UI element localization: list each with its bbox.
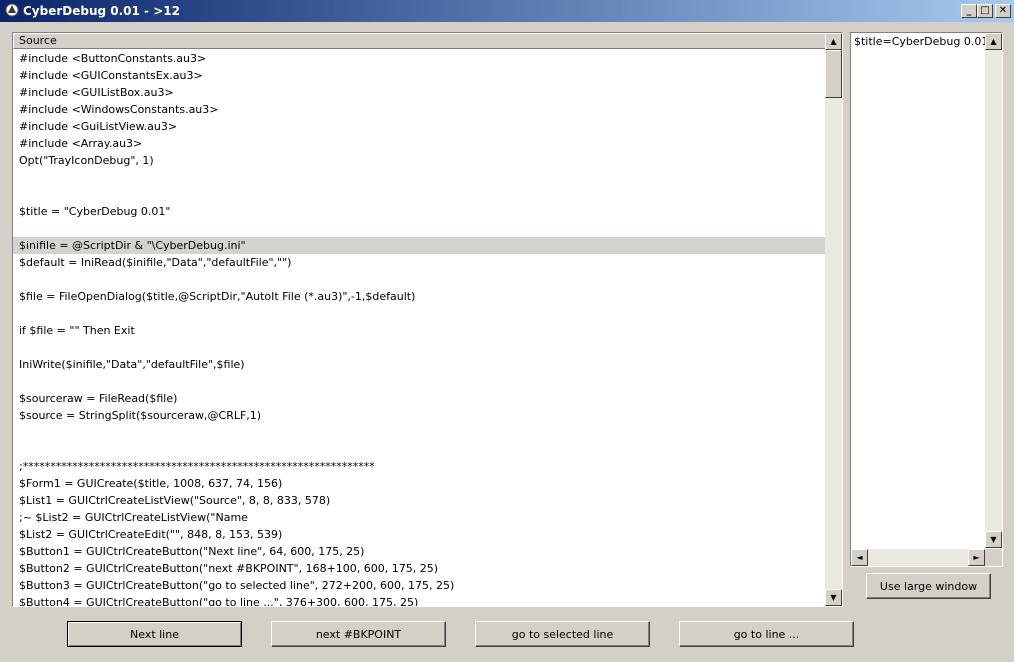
edit-scroll-left-button[interactable]: ◄ [851,549,868,566]
source-listview[interactable]: Source #include <ButtonConstants.au3> #in… [12,32,843,607]
source-vertical-scrollbar[interactable]: ▲ ▼ [825,33,842,606]
source-line[interactable] [13,169,825,186]
source-line[interactable]: $Form1 = GUICreate($title, 1008, 637, 74… [13,475,825,492]
scroll-up-icon: ▲ [830,37,837,46]
scroll-down-icon: ▼ [830,593,837,602]
source-line[interactable]: $Button4 = GUICtrlCreateButton("go to li… [13,594,825,606]
scroll-left-icon: ◄ [856,553,863,562]
source-line[interactable] [13,441,825,458]
maximize-button[interactable]: □ [977,4,993,18]
close-button[interactable]: ✕ [995,4,1011,18]
source-line[interactable]: #include <GuiListView.au3> [13,118,825,135]
source-line[interactable] [13,271,825,288]
scroll-up-button[interactable]: ▲ [825,33,842,50]
source-line[interactable]: #include <Array.au3> [13,135,825,152]
scroll-thumb[interactable] [825,50,842,98]
source-line[interactable]: #include <ButtonConstants.au3> [13,50,825,67]
go-to-selected-line-button[interactable]: go to selected line [475,621,650,647]
source-line[interactable]: $default = IniRead($inifile,"Data","defa… [13,254,825,271]
source-rows: #include <ButtonConstants.au3> #include <… [13,50,825,606]
source-line[interactable]: ;~ $List2 = GUICtrlCreateListView("Name [13,509,825,526]
source-line[interactable]: IniWrite($inifile,"Data","defaultFile",$… [13,356,825,373]
source-line[interactable]: $source = StringSplit($sourceraw,@CRLF,1… [13,407,825,424]
scrollbar-corner [985,549,1002,566]
edit-vertical-scrollbar[interactable]: ▲ ▼ [985,33,1002,548]
variable-edit-text: $title=CyberDebug 0.01 [854,35,989,48]
source-line[interactable]: #include <GUIListBox.au3> [13,84,825,101]
go-to-line-button[interactable]: go to line ... [679,621,854,647]
minimize-icon: _ [966,5,972,16]
window-title: CyberDebug 0.01 - >12 [23,4,180,18]
source-line[interactable]: ;***************************************… [13,458,825,475]
source-line[interactable]: $sourceraw = FileRead($file) [13,390,825,407]
edit-scroll-right-button[interactable]: ► [968,549,985,566]
source-line[interactable] [13,424,825,441]
scroll-down-button[interactable]: ▼ [825,589,842,606]
maximize-icon: □ [980,5,990,16]
source-line[interactable]: $Button1 = GUICtrlCreateButton("Next lin… [13,543,825,560]
app-icon[interactable] [5,3,19,17]
source-line[interactable]: $List1 = GUICtrlCreateListView("Source",… [13,492,825,509]
source-line[interactable]: Opt("TrayIconDebug", 1) [13,152,825,169]
source-line[interactable] [13,373,825,390]
close-icon: ✕ [998,5,1008,16]
variable-edit[interactable]: $title=CyberDebug 0.01 ▲ ▼ ◄ ► [850,32,1003,567]
source-line[interactable]: $title = "CyberDebug 0.01" [13,203,825,220]
edit-horizontal-scrollbar[interactable]: ◄ ► [851,549,985,566]
source-line[interactable] [13,186,825,203]
source-line[interactable]: #include <WindowsConstants.au3> [13,101,825,118]
next-bkpoint-button[interactable]: next #BKPOINT [271,621,446,647]
edit-scroll-up-button[interactable]: ▲ [985,33,1002,50]
source-line[interactable] [13,220,825,237]
source-line[interactable] [13,339,825,356]
use-large-window-button[interactable]: Use large window [866,573,991,599]
source-line[interactable]: $Button3 = GUICtrlCreateButton("go to se… [13,577,825,594]
source-line[interactable]: if $file = "" Then Exit [13,322,825,339]
source-line[interactable]: $file = FileOpenDialog($title,@ScriptDir… [13,288,825,305]
minimize-button[interactable]: _ [961,4,977,18]
scroll-right-icon: ► [973,553,980,562]
source-line[interactable]: $inifile = @ScriptDir & "\CyberDebug.ini… [13,237,825,254]
scroll-down-icon: ▼ [990,535,997,544]
source-line[interactable]: $List2 = GUICtrlCreateEdit("", 848, 8, 1… [13,526,825,543]
source-column-header[interactable]: Source [13,33,826,49]
source-line[interactable]: $Button2 = GUICtrlCreateButton("next #BK… [13,560,825,577]
edit-scroll-down-button[interactable]: ▼ [985,531,1002,548]
source-line[interactable] [13,305,825,322]
scroll-up-icon: ▲ [990,37,997,46]
source-line[interactable]: #include <GUIConstantsEx.au3> [13,67,825,84]
title-bar[interactable]: CyberDebug 0.01 - >12 _ □ ✕ [0,0,1014,22]
next-line-button[interactable]: Next line [67,621,242,647]
